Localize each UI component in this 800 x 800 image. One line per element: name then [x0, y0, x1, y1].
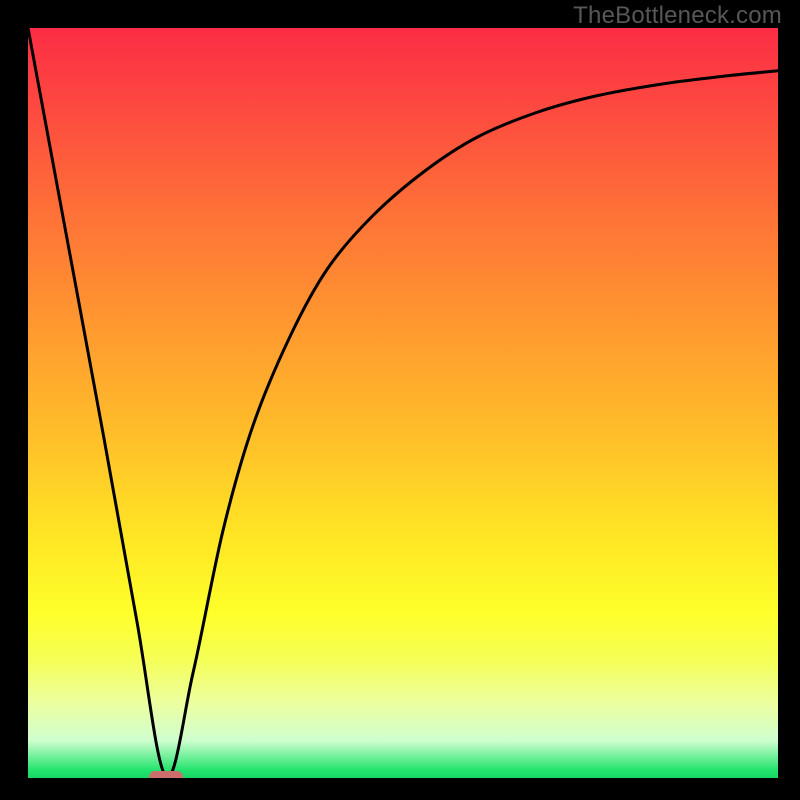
- plot-area: [28, 28, 778, 778]
- chart-frame: TheBottleneck.com: [0, 0, 800, 800]
- watermark-text: TheBottleneck.com: [573, 2, 782, 30]
- bottleneck-curve: [28, 28, 778, 778]
- optimal-point-marker: [149, 771, 183, 779]
